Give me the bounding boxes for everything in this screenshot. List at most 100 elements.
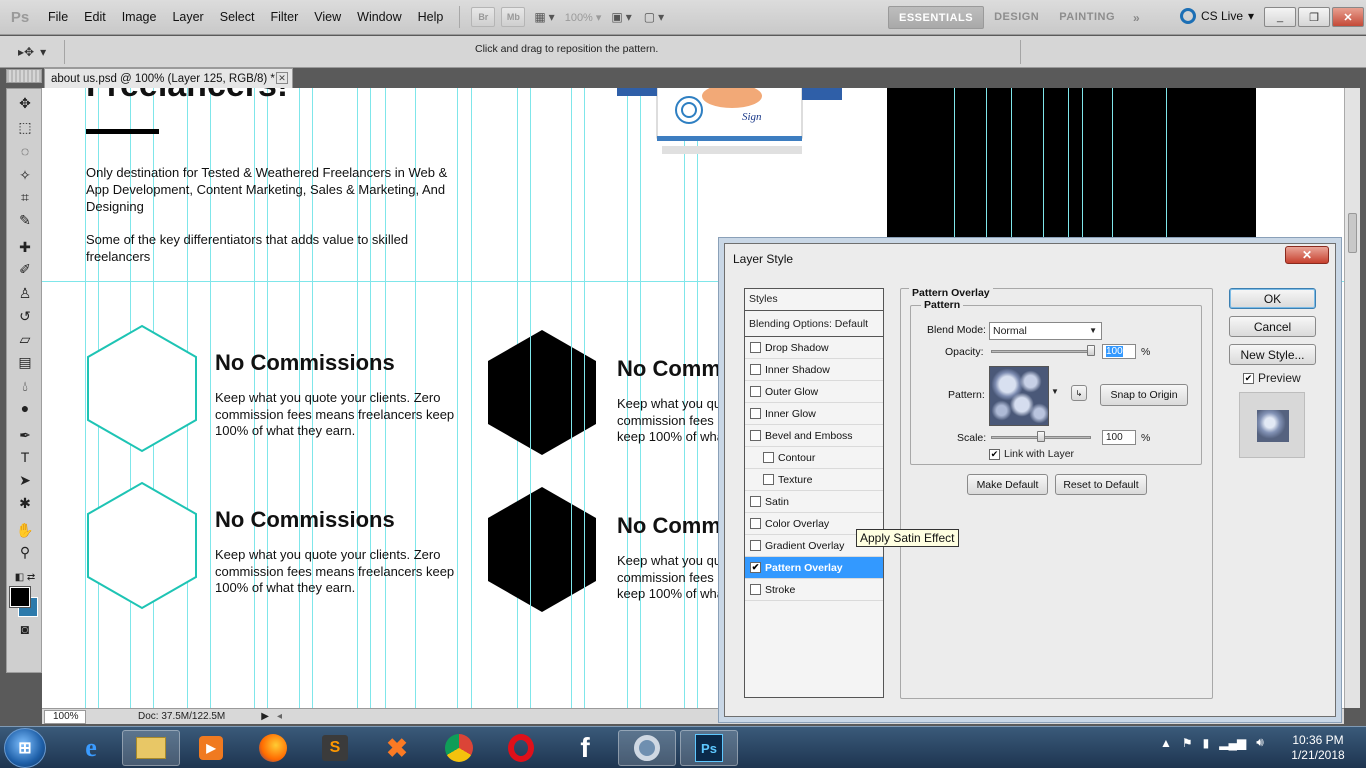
effect-item-pattern-overlay[interactable]: ✔ Pattern Overlay [745,557,883,579]
xampp-icon[interactable]: ✖ [368,730,426,766]
zoom-level-dropdown[interactable]: 100% ▾ [565,11,602,24]
status-menu-arrow-icon[interactable]: ▶ [261,711,269,722]
effect-item-texture[interactable]: Texture [745,469,883,491]
blend-mode-select[interactable]: Normal ▼ [989,322,1102,340]
checkbox-icon[interactable] [750,584,761,595]
foreground-color-swatch[interactable] [9,586,31,608]
close-window-button[interactable]: ✕ [1332,7,1364,27]
checkbox-icon[interactable] [750,342,761,353]
tool-preset-picker[interactable]: ▸✥ ▾ [8,41,56,63]
clone-stamp-tool-icon[interactable]: ♙ [13,283,37,303]
type-tool-icon[interactable]: T [13,447,37,467]
minimize-button[interactable]: _ [1264,7,1296,27]
swap-colors-icon[interactable]: ◧ ⇄ [13,567,37,587]
dialog-close-button[interactable]: ✕ [1285,246,1329,264]
document-tab[interactable]: about us.psd @ 100% (Layer 125, RGB/8) *… [44,68,293,88]
history-brush-tool-icon[interactable]: ↺ [13,306,37,326]
vertical-scrollbar[interactable] [1344,88,1360,708]
restore-button[interactable]: ❐ [1298,7,1330,27]
workspace-painting[interactable]: PAINTING [1049,6,1125,29]
opacity-slider-thumb[interactable] [1087,345,1095,356]
scale-slider-thumb[interactable] [1037,431,1045,442]
tools-panel-grip[interactable] [6,69,42,83]
power-icon[interactable]: ▮ [1203,736,1210,750]
checkbox-icon[interactable] [750,386,761,397]
scroll-left-icon[interactable]: ◂ [277,711,282,722]
crop-tool-icon[interactable]: ⌗ [13,187,37,207]
new-preset-icon[interactable]: ↳ [1071,385,1087,401]
photoshop-icon[interactable]: Ps [680,730,738,766]
show-hidden-icons-icon[interactable]: ▲ [1160,736,1172,750]
screen-mode-dropdown[interactable]: ▢ ▾ [644,10,664,24]
reset-to-default-button[interactable]: Reset to Default [1055,474,1147,495]
ie-icon[interactable]: e [62,730,120,766]
arrange-documents-dropdown[interactable]: ▣ ▾ [611,10,631,24]
path-select-tool-icon[interactable]: ➤ [13,470,37,490]
checkbox-icon[interactable] [750,540,761,551]
styles-item[interactable]: Styles [745,289,883,311]
healing-brush-tool-icon[interactable]: ✚ [13,237,37,257]
firefox-icon[interactable] [244,730,302,766]
preview-checkbox[interactable]: ✔ Preview [1243,371,1301,385]
media-player-icon[interactable]: ▶ [182,730,240,766]
zoom-tool-icon[interactable]: ⚲ [13,542,37,562]
cs-live-menu[interactable]: CS Live ▾ [1180,8,1254,24]
start-button[interactable]: ⊞ [4,728,46,768]
pattern-picker-arrow-icon[interactable]: ▼ [1051,387,1059,396]
volume-icon[interactable]: 🔊︎ [1256,735,1264,750]
checkbox-icon[interactable] [750,364,761,375]
effect-item-inner-shadow[interactable]: Inner Shadow [745,359,883,381]
menu-edit[interactable]: Edit [76,0,114,35]
link-with-layer-checkbox[interactable]: ✔ Link with Layer [989,448,1074,460]
opera-icon[interactable] [492,730,550,766]
quick-mask-icon[interactable]: ◙ [13,619,37,639]
status-zoom-field[interactable]: 100% [44,709,86,724]
snap-to-origin-button[interactable]: Snap to Origin [1100,384,1188,406]
workspace-design[interactable]: DESIGN [984,6,1049,29]
effect-item-stroke[interactable]: Stroke [745,579,883,601]
explorer-icon[interactable] [122,730,180,766]
brush-tool-icon[interactable]: ✐ [13,259,37,279]
opacity-input[interactable]: 100 [1102,344,1136,359]
move-tool-icon[interactable]: ✥ [13,93,37,113]
pen-tool-icon[interactable]: ✒ [13,425,37,445]
chrome-icon[interactable] [430,730,488,766]
checkbox-icon[interactable] [750,408,761,419]
gradient-tool-icon[interactable]: ▤ [13,352,37,372]
menu-window[interactable]: Window [349,0,409,35]
eyedropper-tool-icon[interactable]: ✎ [13,210,37,230]
effect-item-drop-shadow[interactable]: Drop Shadow [745,337,883,359]
new-style-button[interactable]: New Style... [1229,344,1316,365]
dodge-tool-icon[interactable]: ● [13,398,37,418]
checkbox-icon[interactable] [750,430,761,441]
bridge-button[interactable]: Br [471,7,496,27]
ok-button[interactable]: OK [1229,288,1316,309]
effect-item-contour[interactable]: Contour [745,447,883,469]
cancel-button[interactable]: Cancel [1229,316,1316,337]
quick-select-tool-icon[interactable]: ✧ [13,165,37,185]
pattern-swatch[interactable] [989,366,1049,426]
action-center-icon[interactable]: ⚑ [1182,736,1193,750]
effect-item-bevel-and-emboss[interactable]: Bevel and Emboss [745,425,883,447]
effect-item-inner-glow[interactable]: Inner Glow [745,403,883,425]
menu-layer[interactable]: Layer [164,0,211,35]
network-icon[interactable]: ▂▄▆ [1219,736,1246,750]
effect-item-satin[interactable]: Satin [745,491,883,513]
menu-file[interactable]: File [40,0,76,35]
menu-view[interactable]: View [306,0,349,35]
scrollbar-thumb[interactable] [1348,213,1357,253]
more-workspaces-button[interactable]: » [1133,11,1140,25]
menu-image[interactable]: Image [114,0,165,35]
menu-filter[interactable]: Filter [262,0,306,35]
blending-options-item[interactable]: Blending Options: Default [745,313,883,337]
checkbox-icon[interactable] [763,474,774,485]
sublime-icon[interactable]: S [306,730,364,766]
eraser-tool-icon[interactable]: ▱ [13,329,37,349]
view-extras-dropdown[interactable]: ▦ ▾ [534,10,554,24]
mini-bridge-button[interactable]: Mb [501,7,526,27]
hand-tool-icon[interactable]: ✋ [13,520,37,540]
chrome-window-icon[interactable] [618,730,676,766]
menu-help[interactable]: Help [410,0,452,35]
facebook-icon[interactable]: f [556,730,614,766]
workspace-essentials[interactable]: ESSENTIALS [888,6,985,29]
